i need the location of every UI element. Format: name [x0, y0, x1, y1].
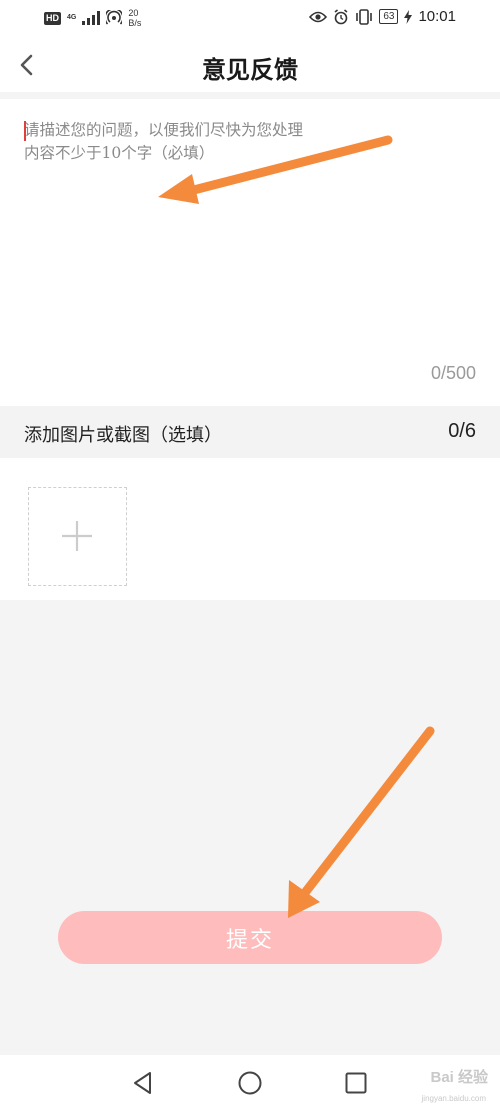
hd-badge: HD — [44, 11, 61, 25]
clock-time: 10:01 — [418, 8, 456, 25]
system-back-button[interactable] — [130, 1070, 156, 1096]
image-section-header: 添加图片或截图（选填） 0/6 — [0, 406, 500, 458]
network-type: 4G — [67, 14, 77, 21]
battery-level: 63 — [379, 9, 399, 24]
feedback-textarea[interactable] — [24, 119, 476, 359]
square-recent-icon — [345, 1072, 367, 1094]
plus-icon — [62, 521, 92, 551]
image-section-label: 添加图片或截图（选填） — [24, 425, 222, 446]
add-image-button[interactable] — [28, 487, 127, 586]
page-title: 意见反馈 — [202, 55, 298, 84]
annotation-arrow-bottom — [288, 726, 435, 918]
speed-value: 20 — [128, 8, 139, 18]
image-counter: 0/6 — [448, 420, 476, 442]
hotspot-icon — [106, 10, 123, 25]
system-recent-button[interactable] — [343, 1070, 369, 1096]
watermark-url: jingyan.baidu.com — [421, 1094, 486, 1103]
system-home-button[interactable] — [237, 1070, 263, 1096]
status-bar: HD 4G 20 B/s 63 10:01 — [0, 0, 500, 36]
status-right: 63 10:01 — [309, 8, 456, 25]
eye-icon — [309, 11, 328, 22]
status-left: HD 4G 20 B/s — [44, 8, 150, 28]
text-caret — [24, 121, 26, 141]
watermark-logo: Bai 经验 — [430, 1069, 488, 1086]
submit-button[interactable]: 提交 — [58, 911, 442, 964]
image-panel — [0, 458, 500, 600]
triangle-back-icon — [134, 1072, 151, 1094]
network-speed: 20 B/s — [128, 8, 150, 28]
charging-icon — [404, 9, 413, 24]
char-counter: 0/500 — [430, 363, 476, 383]
speed-unit: B/s — [128, 18, 142, 28]
alarm-icon — [334, 8, 348, 24]
vibrate-icon — [356, 8, 373, 25]
nav-header: 意见反馈 — [0, 36, 500, 92]
circle-home-icon — [238, 1071, 262, 1095]
signal-icon — [82, 11, 101, 25]
feedback-panel: 0/500 — [0, 99, 500, 406]
